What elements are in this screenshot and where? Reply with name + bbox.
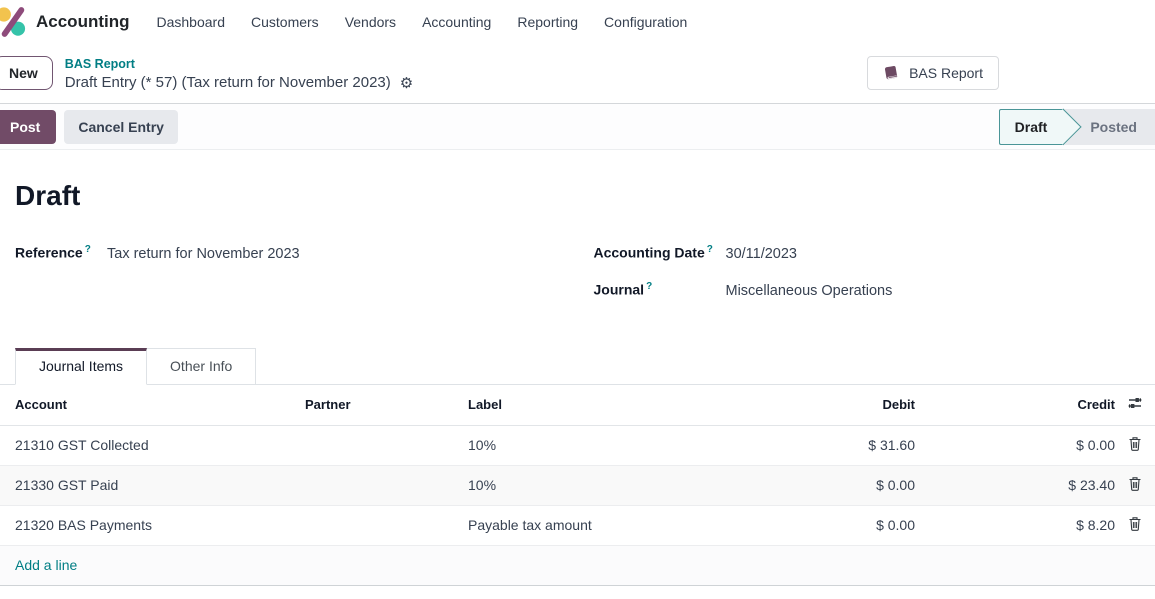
nav-item-configuration[interactable]: Configuration [591, 8, 700, 36]
gear-icon[interactable]: ⚙ [400, 76, 413, 91]
accounting-date-label: Accounting Date? [594, 244, 726, 261]
cell-debit[interactable]: $ 0.00 [755, 465, 915, 505]
sliders-icon [1127, 395, 1143, 411]
table-row: 21330 GST Paid 10% $ 0.00 $ 23.40 [0, 465, 1155, 505]
cell-credit[interactable]: $ 23.40 [915, 465, 1115, 505]
total-credit: $ 31.60 [915, 585, 1115, 599]
cell-partner[interactable] [305, 505, 468, 545]
cell-credit[interactable]: $ 0.00 [915, 425, 1115, 465]
add-a-line-link[interactable]: Add a line [0, 557, 77, 573]
totals-spacer [0, 585, 755, 599]
tab-other-info[interactable]: Other Info [147, 348, 256, 385]
app-name[interactable]: Accounting [36, 12, 130, 32]
nav-item-reporting[interactable]: Reporting [504, 8, 591, 36]
journal-value[interactable]: Miscellaneous Operations [726, 283, 893, 299]
bas-report-button[interactable]: BAS Report [867, 56, 999, 90]
book-icon [883, 65, 900, 81]
field-reference: Reference? Tax return for November 2023 [15, 244, 578, 281]
trash-icon [1128, 516, 1142, 531]
cell-label[interactable]: 10% [468, 465, 755, 505]
breadcrumb-current: Draft Entry (* 57) (Tax return for Novem… [65, 74, 391, 93]
add-line-row: Add a line [0, 545, 1155, 585]
accounting-date-value[interactable]: 30/11/2023 [726, 246, 798, 262]
cell-debit[interactable]: $ 31.60 [755, 425, 915, 465]
top-navbar: Accounting Dashboard Customers Vendors A… [0, 0, 1155, 43]
post-button[interactable]: Post [0, 110, 56, 144]
delete-row-button[interactable] [1115, 425, 1155, 465]
totals-row: $ 31.60 $ 31.60 [0, 585, 1155, 599]
nav-item-accounting[interactable]: Accounting [409, 8, 504, 36]
col-header-label[interactable]: Label [468, 385, 755, 425]
field-accounting-date: Accounting Date? 30/11/2023 [594, 244, 1155, 281]
cell-account[interactable]: 21310 GST Collected [0, 425, 305, 465]
reference-label: Reference? [15, 244, 107, 261]
nav-item-vendors[interactable]: Vendors [332, 8, 409, 36]
form-sheet: Draft Reference? Tax return for November… [0, 180, 1155, 599]
main-menu: Dashboard Customers Vendors Accounting R… [144, 8, 701, 36]
total-debit: $ 31.60 [755, 585, 915, 599]
totals-trash-spacer [1115, 585, 1155, 599]
control-panel: New BAS Report Draft Entry (* 57) (Tax r… [0, 43, 1155, 103]
cell-account[interactable]: 21330 GST Paid [0, 465, 305, 505]
status-states: Draft Posted [999, 109, 1155, 145]
cell-partner[interactable] [305, 465, 468, 505]
cancel-entry-button[interactable]: Cancel Entry [64, 110, 178, 144]
journal-items-table: Account Partner Label Debit Credit 21310… [0, 385, 1155, 599]
cell-label[interactable]: 10% [468, 425, 755, 465]
nav-item-dashboard[interactable]: Dashboard [144, 8, 239, 36]
cell-account[interactable]: 21320 BAS Payments [0, 505, 305, 545]
form-statusbar: Post Cancel Entry Draft Posted [0, 103, 1155, 150]
col-header-credit[interactable]: Credit [915, 385, 1115, 425]
nav-item-customers[interactable]: Customers [238, 8, 332, 36]
cell-debit[interactable]: $ 0.00 [755, 505, 915, 545]
table-row: 21310 GST Collected 10% $ 31.60 $ 0.00 [0, 425, 1155, 465]
cell-credit[interactable]: $ 8.20 [915, 505, 1115, 545]
trash-icon [1128, 476, 1142, 491]
cell-label[interactable]: Payable tax amount [468, 505, 755, 545]
app-logo-percent-icon[interactable] [0, 4, 28, 40]
reference-value[interactable]: Tax return for November 2023 [107, 246, 300, 262]
notebook-tabs: Journal Items Other Info [0, 348, 1155, 385]
help-marker: ? [646, 281, 652, 292]
optional-columns-button[interactable] [1115, 385, 1155, 425]
tab-journal-items[interactable]: Journal Items [15, 348, 147, 385]
table-row: 21320 BAS Payments Payable tax amount $ … [0, 505, 1155, 545]
breadcrumb-parent-link[interactable]: BAS Report [65, 57, 135, 73]
col-header-account[interactable]: Account [0, 385, 305, 425]
page-title: Draft [15, 180, 1155, 212]
status-draft[interactable]: Draft [999, 109, 1064, 145]
field-group: Reference? Tax return for November 2023 … [0, 244, 1155, 318]
journal-label: Journal? [594, 281, 726, 298]
help-marker: ? [707, 244, 713, 255]
new-button[interactable]: New [0, 56, 53, 90]
delete-row-button[interactable] [1115, 465, 1155, 505]
breadcrumb: BAS Report Draft Entry (* 57) (Tax retur… [65, 54, 413, 93]
delete-row-button[interactable] [1115, 505, 1155, 545]
bas-report-button-label: BAS Report [909, 65, 983, 81]
trash-icon [1128, 436, 1142, 451]
table-header-row: Account Partner Label Debit Credit [0, 385, 1155, 425]
col-header-debit[interactable]: Debit [755, 385, 915, 425]
help-marker: ? [85, 244, 91, 255]
field-journal: Journal? Miscellaneous Operations [594, 281, 1155, 318]
cell-partner[interactable] [305, 425, 468, 465]
col-header-partner[interactable]: Partner [305, 385, 468, 425]
